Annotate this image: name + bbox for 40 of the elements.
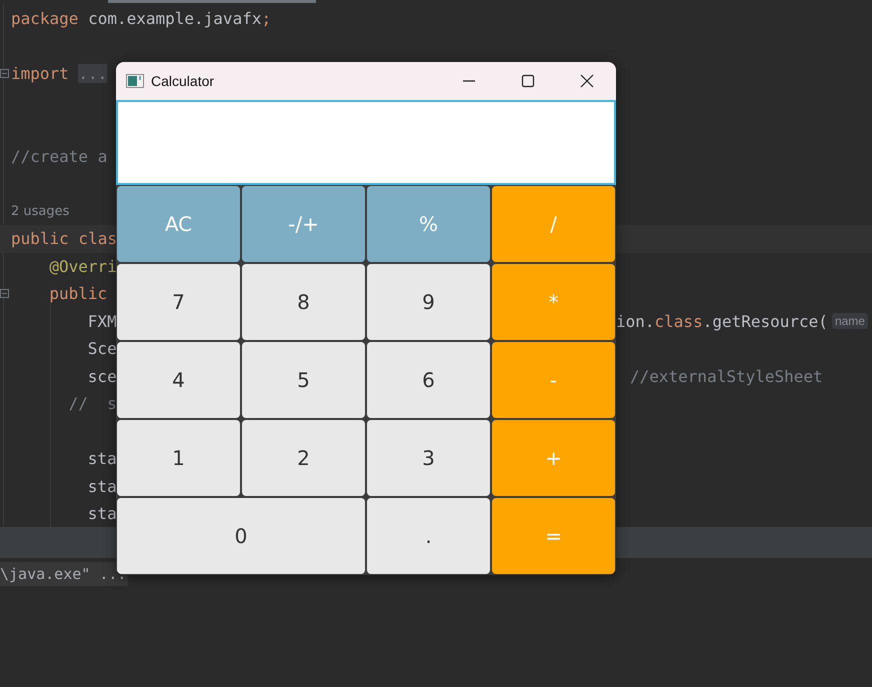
maximize-icon[interactable]	[521, 74, 535, 88]
code-text: com.example.javafx	[87, 9, 262, 28]
window-title: Calculator	[151, 73, 214, 89]
digit-key[interactable]: 9	[367, 264, 490, 340]
display-field[interactable]	[116, 100, 616, 185]
digit-key[interactable]: 5	[242, 342, 365, 418]
code-keyword: class	[654, 312, 703, 331]
digit-key[interactable]: 8	[242, 264, 365, 340]
digit-key[interactable]: 3	[367, 420, 490, 496]
digit-key[interactable]: 2	[242, 420, 365, 496]
code-text: .getResource(	[702, 312, 828, 331]
fold-icon[interactable]	[0, 69, 9, 78]
code-comment: //create a	[11, 146, 108, 166]
code-text: FXM	[88, 312, 117, 331]
digit-key[interactable]: .	[367, 498, 490, 574]
code-keyword: public	[49, 284, 108, 304]
close-icon[interactable]	[580, 74, 594, 88]
digit-key[interactable]: 1	[117, 420, 240, 496]
parameter-hint: name	[832, 313, 868, 330]
digit-key[interactable]: 4	[117, 342, 240, 418]
digit-key[interactable]: 6	[367, 342, 490, 418]
code-text: ion.	[616, 312, 655, 331]
fold-icon[interactable]	[0, 289, 9, 298]
code-keyword: public clas	[11, 229, 117, 248]
code-annotation: @Overri	[49, 256, 117, 276]
code-text: sta	[88, 504, 117, 524]
code-text: sce	[88, 366, 117, 386]
code-keyword: import	[11, 64, 69, 84]
code-keyword: ;	[261, 9, 272, 28]
code-text: Sce	[88, 339, 117, 358]
digit-key[interactable]: 7	[117, 264, 240, 340]
code-text: sta	[88, 449, 117, 468]
code-text: sta	[88, 476, 117, 496]
console-text: \java.exe" ...	[0, 562, 128, 586]
code-comment: // s	[68, 394, 117, 414]
code-comment: //externalStyleSheet	[629, 366, 823, 386]
code-keyword: package	[11, 9, 78, 28]
digit-key[interactable]: 0	[117, 498, 365, 574]
usages-hint: 2 usages	[11, 204, 70, 219]
window-icon	[126, 74, 144, 88]
